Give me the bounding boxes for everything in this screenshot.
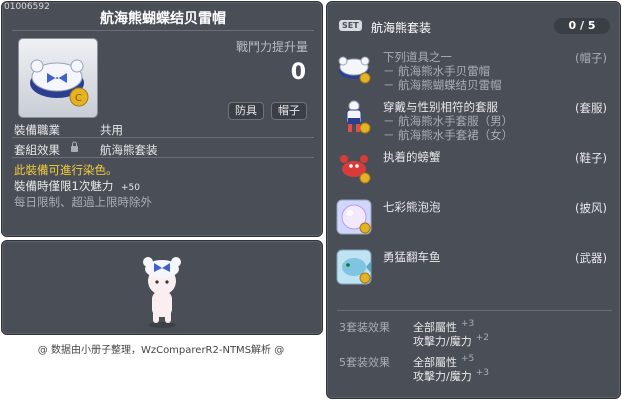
svg-text:C: C (75, 93, 82, 104)
set-item-category: (鞋子) (575, 151, 607, 165)
job-label: 裝備職業 (14, 123, 60, 137)
divider (337, 310, 612, 311)
equip-bonus-label: 裝備時僅限1次魅力 (14, 179, 114, 193)
bonus-value: +3 (461, 319, 475, 329)
set-item-option: － 航海熊水手贝雷帽 (383, 64, 491, 78)
bonus-stat: 攻擊力/魔力 (413, 370, 472, 383)
tag-armor: 防具 (228, 102, 264, 120)
dye-note: 此裝備可進行染色。 (14, 163, 118, 177)
item-tooltip-panel: 01006592 航海熊蝴蝶结贝雷帽 C 戰鬥力提升量 0 防具 帽子 裝備職業… (1, 1, 323, 237)
set-bonus-line: 攻擊力/魔力 +3 (413, 368, 489, 384)
set-name: 航海熊套装 (371, 21, 432, 35)
set-badge: SET (339, 20, 362, 31)
set-item-option: － 航海熊水手套服（男） (383, 114, 514, 128)
set-item-option: － 航海熊水手套裙（女） (383, 128, 514, 142)
avatar-preview (143, 257, 181, 328)
title-divider (12, 30, 314, 31)
fish-weapon-icon (336, 249, 372, 285)
hat-icon (338, 56, 371, 84)
set-bonus-3-label: 3套装效果 (339, 321, 390, 334)
set-item-title: 下列道具之一 (383, 50, 452, 64)
power-increase-value: 0 (290, 60, 306, 85)
bonus-stat: 攻擊力/魔力 (413, 335, 472, 348)
set-effect-label: 套組效果 (14, 143, 60, 157)
set-item-title: 穿戴与性别相符的套服 (383, 100, 498, 114)
power-increase-label: 戰鬥力提升量 (235, 40, 308, 54)
bubble-cape-icon (336, 199, 372, 235)
set-item-category: (套服) (575, 101, 607, 115)
limit-note: 每日限制、超過上限時除外 (14, 195, 152, 209)
avatar-preview-panel (1, 240, 323, 335)
item-icon-frame: C (18, 38, 98, 118)
set-item-title: 执着的螃蟹 (383, 150, 441, 164)
crab-shoes-icon (340, 155, 371, 184)
job-value: 共用 (100, 123, 123, 137)
bonus-value: +5 (461, 354, 475, 364)
set-item-option: － 航海熊蝴蝶结贝雷帽 (383, 78, 502, 92)
equip-bonus: 裝備時僅限1次魅力 +50 (14, 178, 140, 194)
beret-hat-icon: C (30, 59, 89, 107)
set-count-badge: 0 / 5 (554, 18, 610, 34)
set-item-category: (武器) (575, 251, 607, 265)
set-item-category: (帽子) (575, 51, 607, 65)
set-item-title: 勇猛翻车鱼 (383, 250, 441, 264)
tag-hat: 帽子 (271, 102, 307, 120)
footer-credit: @ 数据由小册子整理，WzComparerR2-NTMS解析 @ (37, 345, 285, 356)
bonus-value: +2 (475, 333, 489, 343)
item-name: 航海熊蝴蝶结贝雷帽 (100, 11, 226, 27)
set-item-category: (披风) (575, 201, 607, 215)
set-bonus-line: 攻擊力/魔力 +2 (413, 333, 489, 349)
set-bonus-5-label: 5套装效果 (339, 356, 390, 369)
set-effect-value[interactable]: 航海熊套装 (100, 142, 158, 158)
set-item-title: 七彩熊泡泡 (383, 200, 441, 214)
set-info-panel: SET 航海熊套装 0 / 5 下列道具之一 － 航海熊水手贝雷帽 － 航海熊蝴… (326, 1, 621, 399)
bonus-value: +3 (475, 368, 489, 378)
equip-bonus-value: +50 (120, 183, 140, 193)
divider (12, 157, 314, 158)
outfit-icon (346, 100, 371, 134)
lock-icon (70, 141, 79, 156)
divider (12, 137, 314, 138)
